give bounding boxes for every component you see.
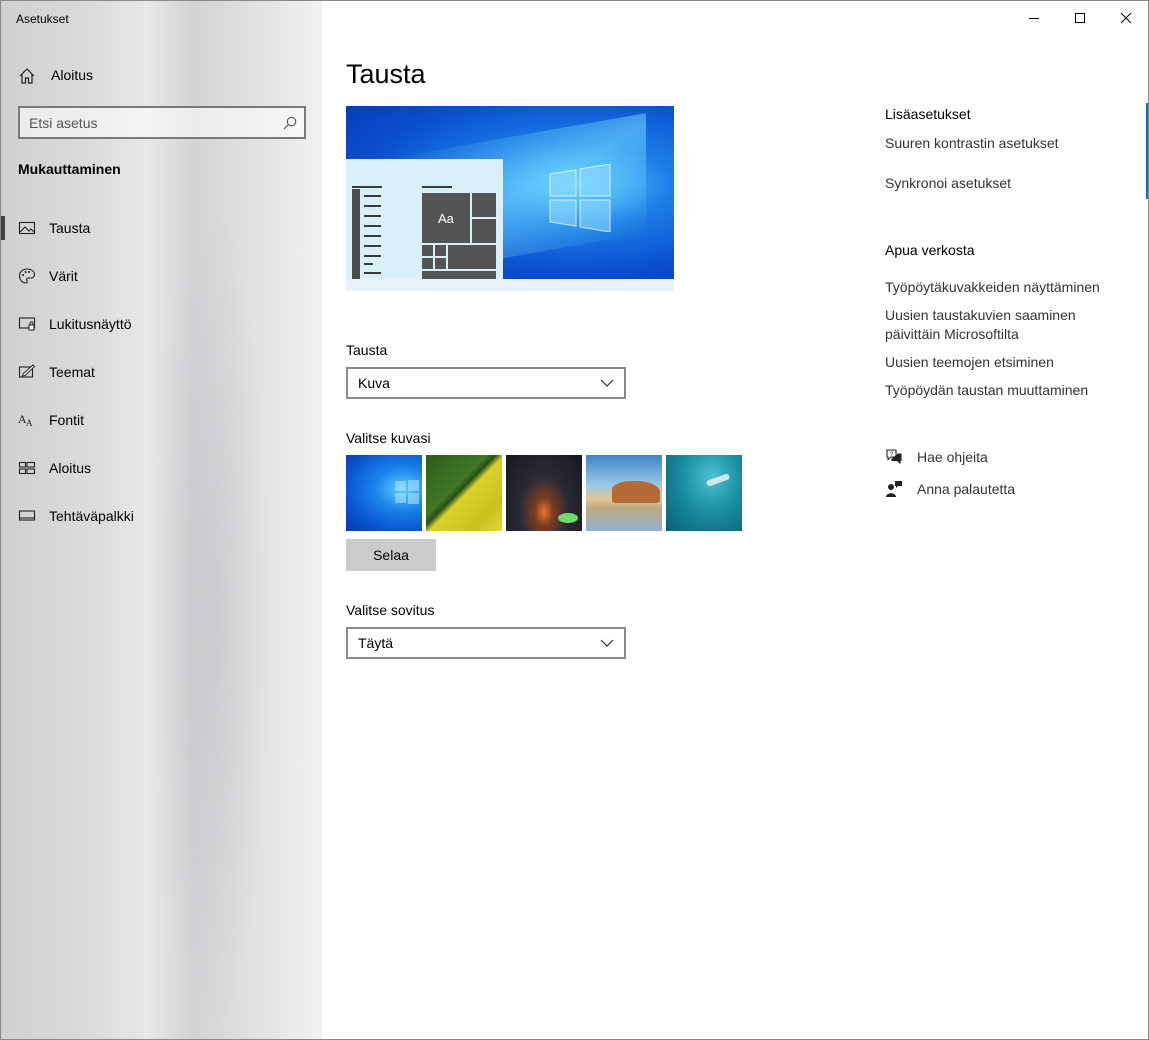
high-contrast-link[interactable]: Suuren kontrastin asetukset [885,134,1115,153]
taskbar-icon [18,510,36,521]
sidebar-item-label: Fontit [49,412,85,428]
home-label: Aloitus [51,67,94,83]
background-dropdown[interactable]: Kuva [346,367,626,399]
section-title: Mukauttaminen [18,161,121,177]
choose-picture-label: Valitse kuvasi [346,430,431,446]
thumbnail-windows-blue[interactable] [346,455,422,531]
find-themes-link[interactable]: Uusien teemojen etsiminen [885,353,1115,372]
search-icon[interactable] [282,115,298,131]
sidebar-item-label: Tehtäväpalkki [49,508,134,524]
sidebar-item-label: Aloitus [49,460,92,476]
preview-start-layout [352,186,496,279]
feedback-link[interactable]: Anna palautetta [885,479,1125,501]
thumbnail-fields[interactable] [426,455,502,531]
preview-tile-text: Aa [438,211,454,226]
sync-settings-link[interactable]: Synkronoi asetukset [885,174,1115,193]
background-label: Tausta [346,342,388,358]
change-background-link[interactable]: Työpöydän taustan muuttaminen [885,381,1115,400]
sidebar-item-aloitus[interactable]: Aloitus [1,451,322,499]
maximize-button[interactable] [1057,1,1103,35]
start-icon [18,461,36,475]
rock-formation [612,481,660,503]
fit-dropdown[interactable]: Täytä [346,627,626,659]
picture-thumbnails [346,455,742,531]
minimize-button[interactable] [1011,1,1057,35]
maximize-icon [1075,13,1085,23]
home-nav-item[interactable]: Aloitus [1,59,322,91]
windows-logo-icon [395,480,419,504]
background-preview: Aa [346,106,674,291]
sidebar-item-lukitusnaytto[interactable]: Lukitusnäyttö [1,307,322,355]
preview-start-menu: Aa [346,159,503,279]
desktop-icons-link[interactable]: Työpöytäkuvakkeiden näyttäminen [885,278,1115,297]
settings-window: Asetukset Aloitus Mukauttaminen Tau [0,0,1149,1040]
svg-text:A: A [26,418,33,428]
home-icon [19,68,35,84]
search-input[interactable] [29,114,279,132]
app-title: Asetukset [16,12,69,26]
feedback-icon [886,481,902,497]
fit-label: Valitse sovitus [346,602,435,618]
thumbnail-underwater[interactable] [666,455,742,531]
chevron-down-icon [600,639,614,647]
themes-icon [18,364,36,378]
page-title: Tausta [346,59,426,89]
sidebar-item-teemat[interactable]: Teemat [1,355,322,403]
help-chat-icon: ? [886,449,902,465]
sidebar-item-varit[interactable]: Värit [1,259,322,307]
swimmer [705,473,731,487]
get-help-label: Hae ohjeita [917,449,988,465]
related-settings-heading: Lisäasetukset [885,106,971,122]
tent-glow [558,513,578,523]
sidebar-nav: Tausta Värit Lukitusnäyttö Teemat A A Fo… [1,211,322,547]
close-button[interactable] [1103,1,1148,35]
sidebar-item-tehtavapalkki[interactable]: Tehtäväpalkki [1,499,322,547]
thumbnail-beach[interactable] [586,455,662,531]
fit-dropdown-value: Täytä [358,635,394,651]
sidebar-item-tausta[interactable]: Tausta [1,211,322,259]
selection-indicator [1,216,5,240]
sidebar: Asetukset Aloitus Mukauttaminen Tau [1,1,322,1039]
daily-wallpapers-link[interactable]: Uusien taustakuvien saaminen päivittäin … [885,306,1085,344]
get-help-link[interactable]: ? Hae ohjeita [885,447,1125,469]
search-box[interactable] [18,106,306,139]
help-heading: Apua verkosta [885,242,975,258]
browse-button[interactable]: Selaa [346,539,436,571]
preview-taskbar [346,279,674,291]
scroll-indicator[interactable] [1146,103,1148,199]
lock-screen-icon [18,317,36,331]
close-icon [1120,12,1132,24]
feedback-label: Anna palautetta [917,481,1016,497]
chevron-down-icon [600,379,614,387]
picture-icon [18,221,36,235]
sidebar-item-label: Tausta [49,220,91,236]
thumbnail-night-sky[interactable] [506,455,582,531]
minimize-icon [1029,18,1039,19]
fonts-icon: A A [18,412,33,428]
sidebar-item-label: Teemat [49,364,95,380]
palette-icon [18,268,36,284]
sidebar-item-label: Lukitusnäyttö [49,316,132,332]
sidebar-item-fontit[interactable]: A A Fontit [1,403,322,451]
windows-logo-icon [549,164,611,232]
sidebar-item-label: Värit [49,268,78,284]
background-dropdown-value: Kuva [358,375,390,391]
